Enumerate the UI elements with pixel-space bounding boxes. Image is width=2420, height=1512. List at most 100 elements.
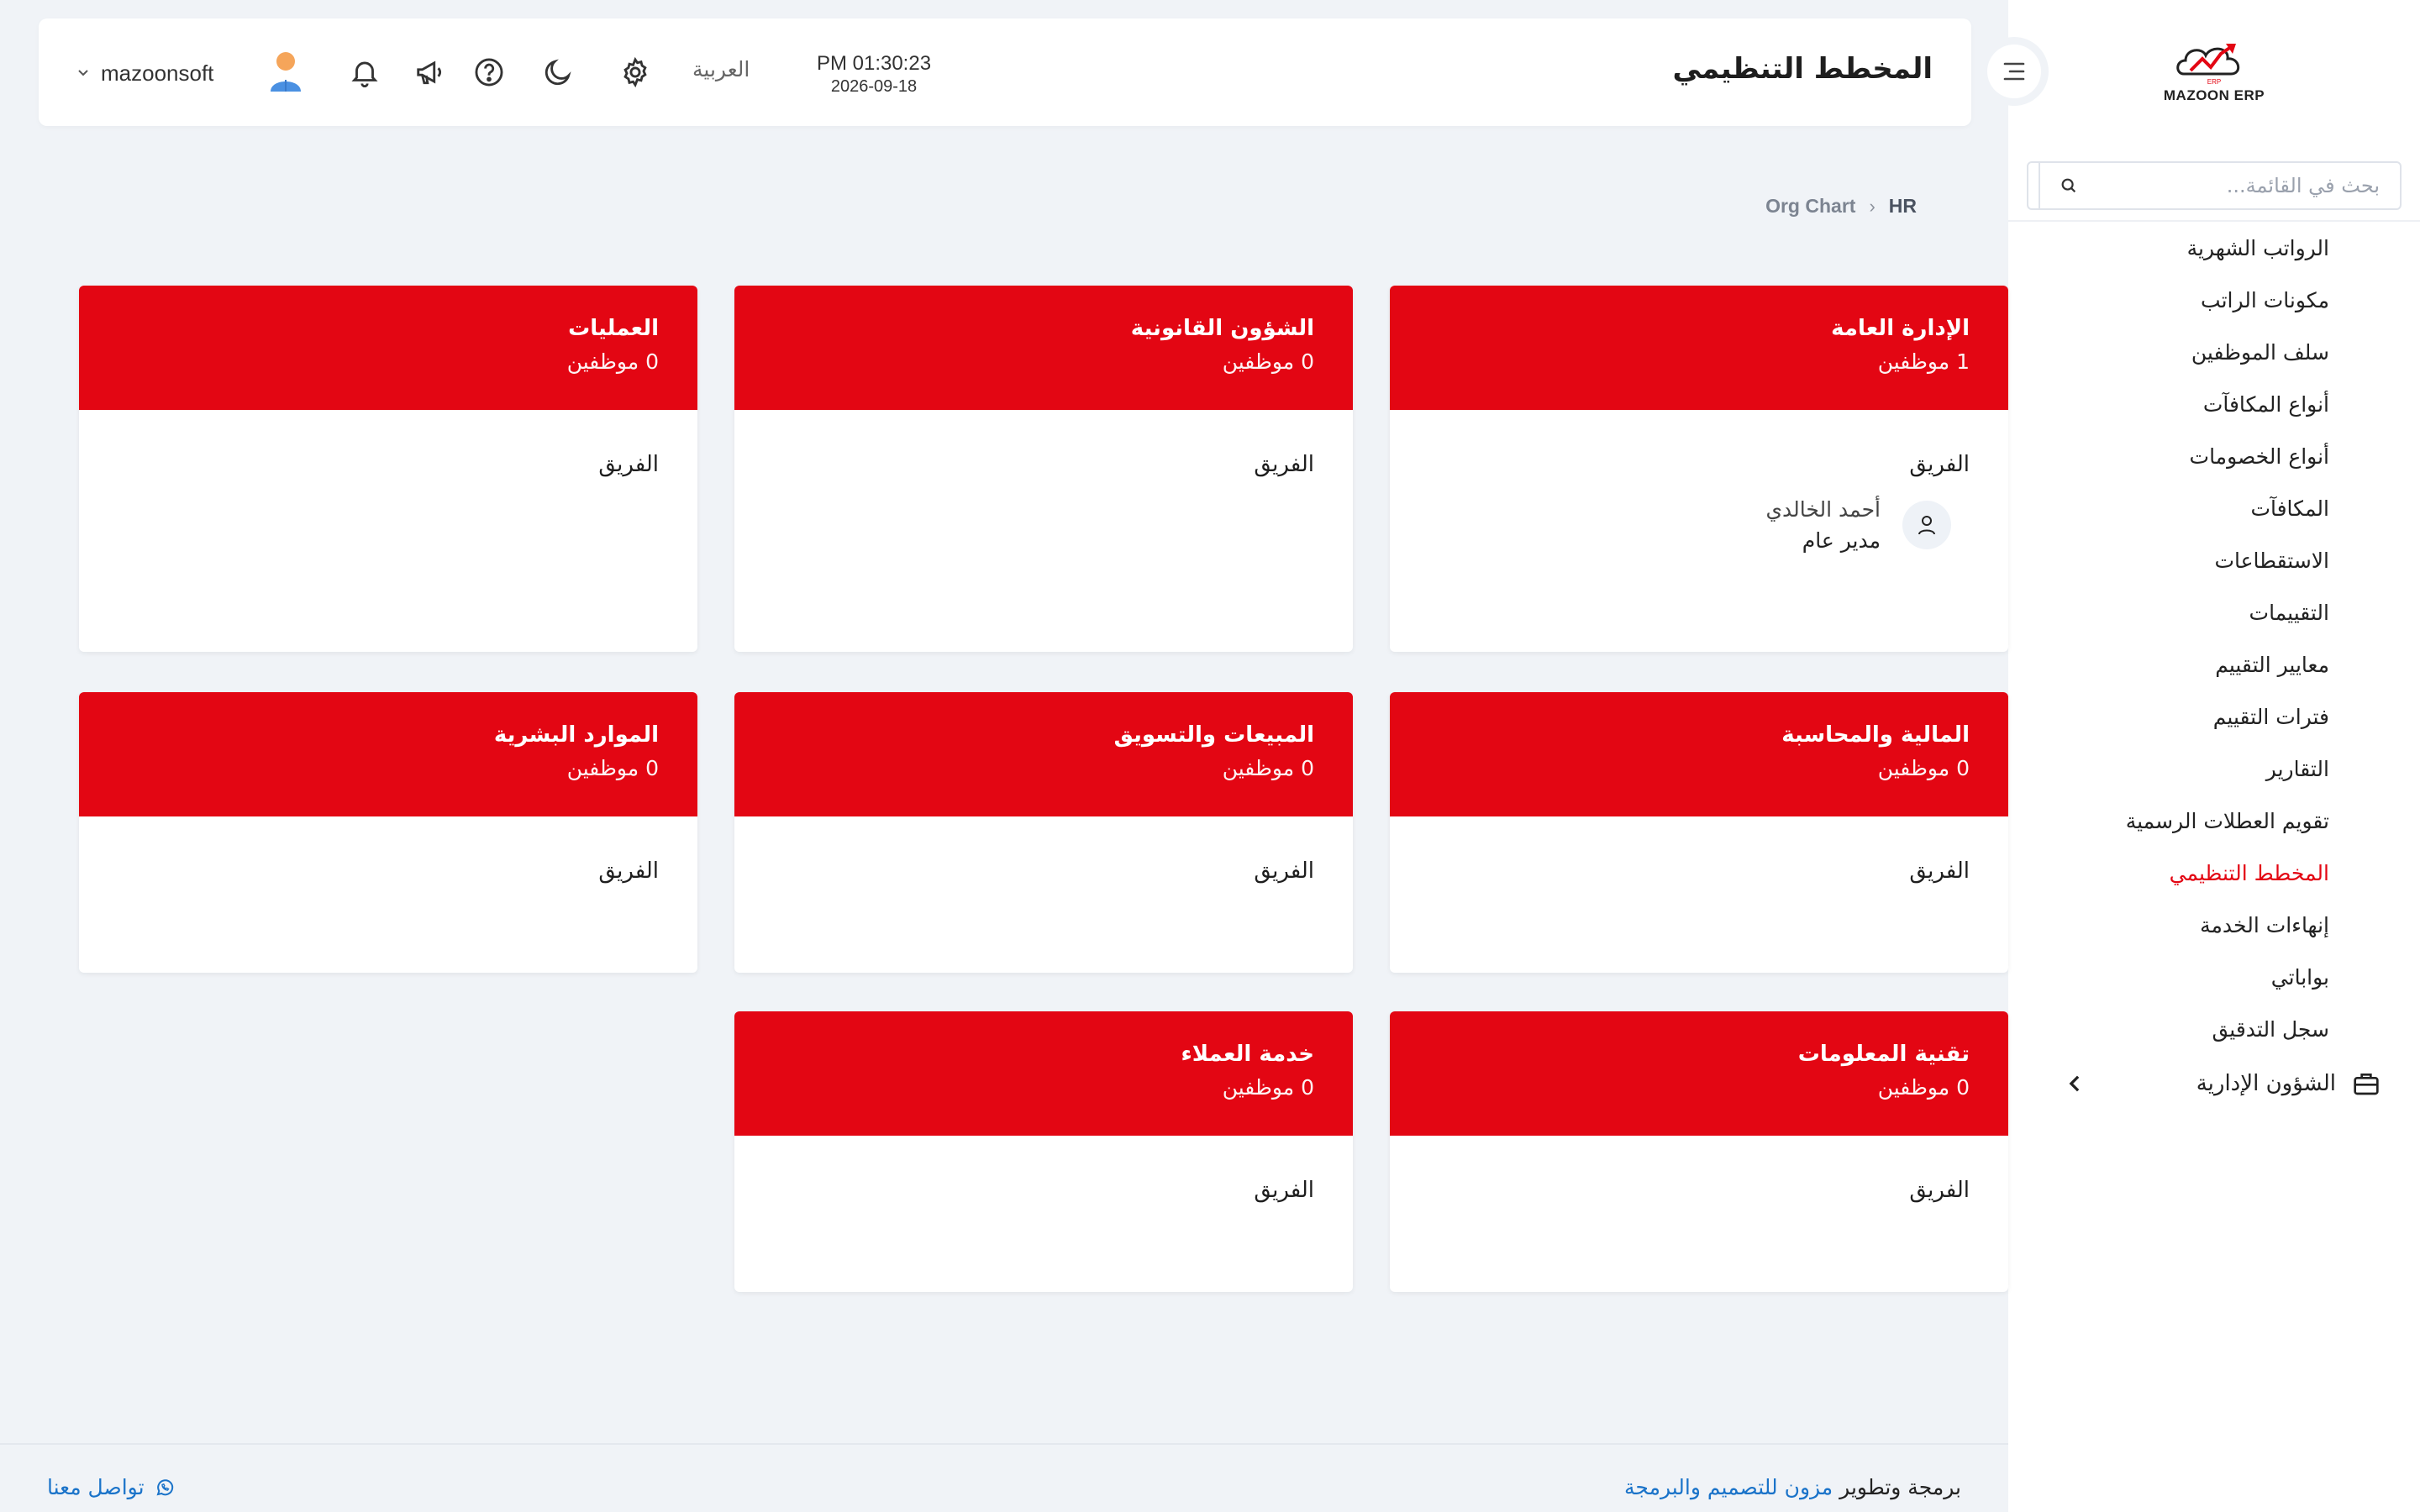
contact-us-link[interactable]: تواصل معنا: [47, 1475, 175, 1499]
whatsapp-icon: [156, 1478, 173, 1495]
department-name: المالية والمحاسبة: [1781, 722, 1970, 748]
department-name: تقنية المعلومات: [1797, 1042, 1970, 1067]
member-name: أحمد الخالدي: [1765, 497, 1881, 522]
menu-toggle-button[interactable]: [1980, 37, 2049, 106]
logo-text: MAZOON ERP: [2163, 87, 2265, 103]
department-name: خدمة العملاء: [1181, 1042, 1315, 1067]
member-info: أحمد الخالدي مدير عام: [1765, 497, 1881, 553]
sidebar-item-monthly-payroll[interactable]: الرواتب الشهرية: [2008, 222, 2420, 274]
department-employee-count: 0 موظفين: [1877, 756, 1970, 780]
department-name: الإدارة العامة: [1831, 316, 1970, 341]
team-member[interactable]: أحمد الخالدي مدير عام: [1428, 497, 1970, 553]
department-name: الموارد البشرية: [493, 722, 659, 748]
gear-icon[interactable]: [615, 52, 655, 92]
clock-date: 2026-09-18: [830, 77, 918, 96]
sidebar-item-evaluation-criteria[interactable]: معايير التقييم: [2008, 638, 2420, 690]
megaphone-icon[interactable]: [410, 52, 450, 92]
chevron-left-icon: [2069, 1075, 2080, 1092]
department-body: الفريق: [1390, 816, 2008, 884]
department-card[interactable]: الشؤون القانونية 0 موظفين الفريق: [734, 286, 1353, 652]
avatar: [267, 50, 304, 97]
department-header: الإدارة العامة 1 موظفين: [1390, 286, 2008, 410]
department-card[interactable]: المبيعات والتسويق 0 موظفين الفريق: [734, 692, 1353, 973]
sidebar-item-deductions[interactable]: الاستقطاعات: [2008, 534, 2420, 586]
department-card[interactable]: العمليات 0 موظفين الفريق: [79, 286, 697, 652]
briefcase-icon: [2354, 1074, 2379, 1095]
department-employee-count: 0 موظفين: [566, 349, 659, 374]
department-employee-count: 0 موظفين: [1222, 756, 1314, 780]
department-body: الفريق: [734, 1136, 1353, 1203]
team-label: الفريق: [1909, 1178, 1970, 1203]
user-menu[interactable]: mazoonsoft: [77, 50, 304, 96]
team-label: الفريق: [1909, 858, 1970, 884]
department-header: الشؤون القانونية 0 موظفين: [734, 286, 1353, 410]
sidebar-item-employee-advances[interactable]: سلف الموظفين: [2008, 326, 2420, 378]
page-title: المخطط التنظيمي: [1672, 52, 1933, 86]
chevron-down-icon: [78, 70, 88, 76]
sidebar-item-reports[interactable]: التقارير: [2008, 743, 2420, 795]
department-name: الشؤون القانونية: [1130, 316, 1314, 341]
department-employee-count: 1 موظفين: [1877, 349, 1970, 374]
mazoon-erp-logo[interactable]: ERP MAZOON ERP: [2160, 37, 2269, 113]
footer-credit-link[interactable]: مزون للتصميم والبرمجة: [1624, 1475, 1833, 1499]
sidebar-item-terminations[interactable]: إنهاءات الخدمة: [2008, 899, 2420, 951]
sidebar-item-bonus-types[interactable]: أنواع المكافآت: [2008, 378, 2420, 430]
language-switch[interactable]: العربية: [692, 57, 750, 81]
department-body: الفريق: [734, 410, 1353, 477]
department-header: تقنية المعلومات 0 موظفين: [1390, 1011, 2008, 1136]
sidebar-item-salary-components[interactable]: مكونات الراتب: [2008, 274, 2420, 326]
department-header: العمليات 0 موظفين: [79, 286, 697, 410]
sidebar-menu: الرواتب الشهرية مكونات الراتب سلف الموظف…: [2008, 222, 2420, 1055]
team-label: الفريق: [1909, 452, 1970, 477]
sidebar: ERP MAZOON ERP الرواتب الشهرية مكونات ال…: [2008, 0, 2420, 1512]
menu-search-input[interactable]: [2097, 174, 2400, 197]
clock-time: PM 01:30:23: [816, 52, 932, 75]
footer-credit: برمجة وتطوير مزون للتصميم والبرمجة: [1624, 1475, 1961, 1499]
team-label: الفريق: [1254, 452, 1314, 477]
department-employee-count: 0 موظفين: [1222, 349, 1314, 374]
sidebar-item-bonuses[interactable]: المكافآت: [2008, 482, 2420, 534]
department-name: المبيعات والتسويق: [1113, 722, 1314, 748]
footer-credit-prefix: برمجة وتطوير: [1839, 1475, 1961, 1499]
bell-icon[interactable]: [345, 52, 385, 92]
department-header: خدمة العملاء 0 موظفين: [734, 1011, 1353, 1136]
department-card[interactable]: خدمة العملاء 0 موظفين الفريق: [734, 1011, 1353, 1292]
department-body: الفريق: [734, 816, 1353, 884]
breadcrumb-current[interactable]: Org Chart: [1765, 195, 1855, 218]
search-icon[interactable]: [2039, 163, 2097, 208]
sidebar-item-evaluations[interactable]: التقييمات: [2008, 586, 2420, 638]
department-card[interactable]: تقنية المعلومات 0 موظفين الفريق: [1390, 1011, 2008, 1292]
clock: PM 01:30:23 2026-09-18: [798, 52, 950, 97]
sidebar-item-deduction-types[interactable]: أنواع الخصومات: [2008, 430, 2420, 482]
moon-icon[interactable]: [538, 52, 578, 92]
sidebar-group-label: الشؤون الإدارية: [2196, 1071, 2336, 1096]
department-card[interactable]: المالية والمحاسبة 0 موظفين الفريق: [1390, 692, 2008, 973]
chevron-separator-icon: ›: [1869, 195, 1876, 217]
breadcrumb-root[interactable]: HR: [1889, 195, 1917, 218]
department-body: الفريق أحمد الخالدي مدير عام: [1390, 410, 2008, 553]
department-employee-count: 0 موظفين: [1222, 1075, 1314, 1100]
team-label: الفريق: [598, 452, 659, 477]
team-label: الفريق: [1254, 858, 1314, 884]
logo-mark-icon: ERP: [2176, 44, 2240, 86]
department-employee-count: 0 موظفين: [566, 756, 659, 780]
sidebar-item-audit-log[interactable]: سجل التدقيق: [2008, 1003, 2420, 1055]
team-label: الفريق: [1254, 1178, 1314, 1203]
department-employee-count: 0 موظفين: [1877, 1075, 1970, 1100]
department-card[interactable]: الإدارة العامة 1 موظفين الفريق أحمد الخا…: [1390, 286, 2008, 652]
sidebar-item-org-chart[interactable]: المخطط التنظيمي: [2008, 847, 2420, 899]
department-name: العمليات: [568, 316, 659, 341]
team-label: الفريق: [598, 858, 659, 884]
sidebar-item-evaluation-periods[interactable]: فترات التقييم: [2008, 690, 2420, 743]
sidebar-item-my-portals[interactable]: بواباتي: [2008, 951, 2420, 1003]
department-header: المالية والمحاسبة 0 موظفين: [1390, 692, 2008, 816]
top-bar: المخطط التنظيمي PM 01:30:23 2026-09-18 ا…: [39, 18, 1971, 126]
sidebar-item-holiday-calendar[interactable]: تقويم العطلات الرسمية: [2008, 795, 2420, 847]
sidebar-group-administrative-affairs[interactable]: الشؤون الإدارية: [2008, 1060, 2420, 1107]
department-header: الموارد البشرية 0 موظفين: [79, 692, 697, 816]
department-card[interactable]: الموارد البشرية 0 موظفين الفريق: [79, 692, 697, 973]
menu-search: [2027, 161, 2402, 210]
menu-toggle-icon: [1987, 45, 2041, 98]
help-icon[interactable]: [469, 52, 509, 92]
username: mazoonsoft: [101, 60, 214, 86]
